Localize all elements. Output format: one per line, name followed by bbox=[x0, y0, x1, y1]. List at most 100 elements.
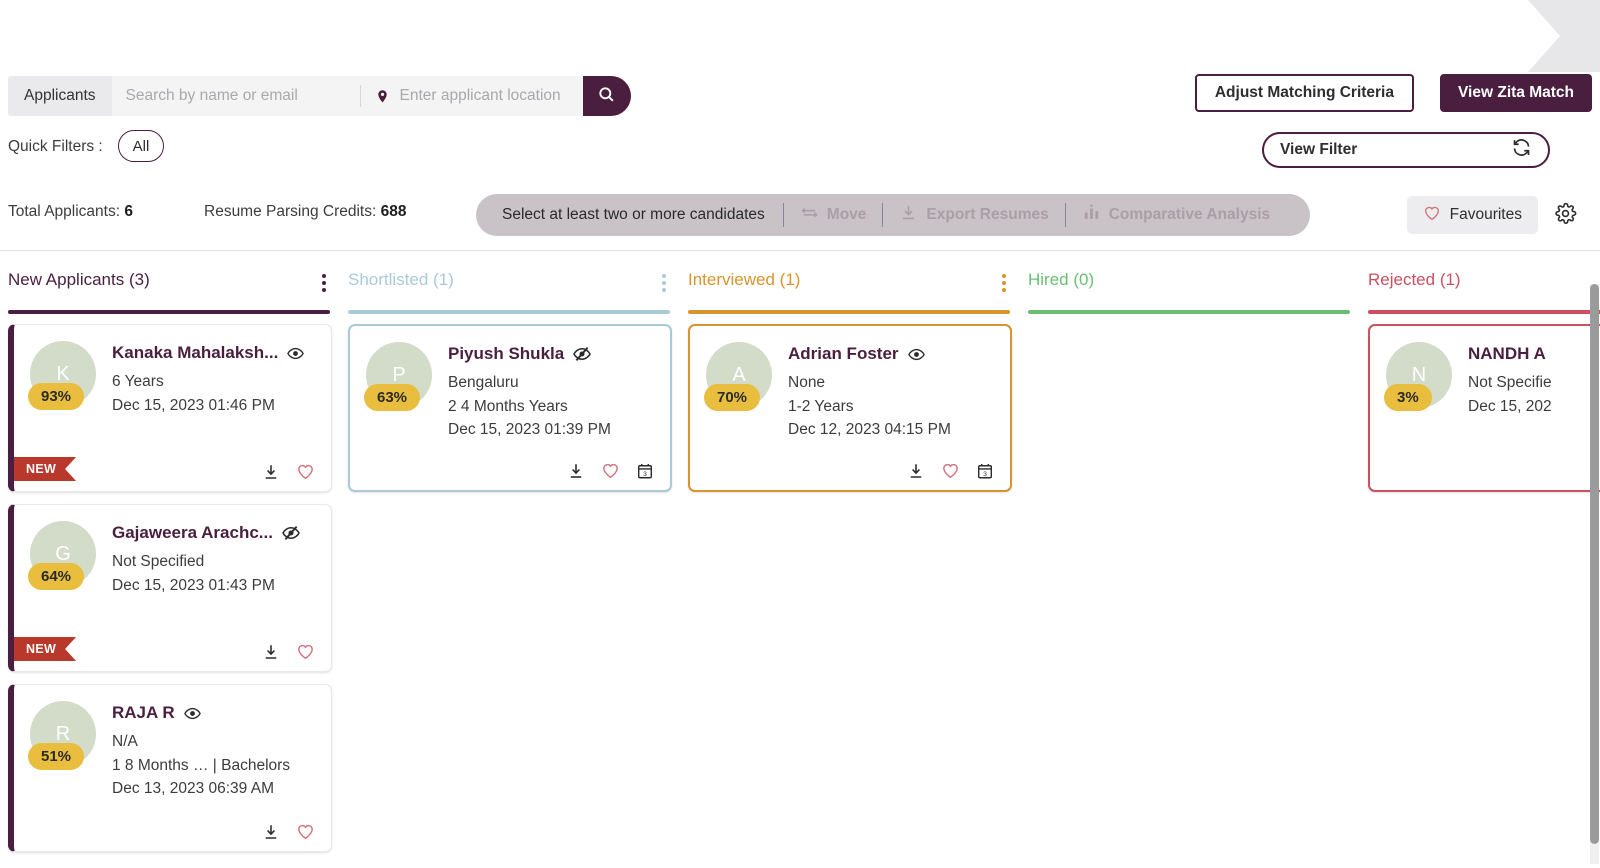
location-input[interactable]: Enter applicant location bbox=[360, 76, 583, 116]
download-icon[interactable] bbox=[907, 462, 925, 480]
applicant-card[interactable]: R 51% RAJA R N/A 1 8 Months … | Bachelors Dec… bbox=[8, 684, 332, 852]
column-card-list: N 3% NANDH A Not Specifie Dec 15, 202 bbox=[1360, 314, 1600, 492]
applicant-detail-line: Dec 15, 2023 01:46 PM bbox=[112, 396, 275, 414]
location-input-placeholder: Enter applicant location bbox=[399, 87, 561, 104]
quick-filter-all[interactable]: All bbox=[118, 130, 164, 162]
applicant-name: NANDH A bbox=[1468, 344, 1546, 363]
applicant-detail-line: Not Specified bbox=[112, 553, 205, 570]
heart-icon[interactable] bbox=[296, 822, 315, 841]
pipeline-column: Interviewed (1) A 70% Adrian Foster None 1-2 … bbox=[680, 262, 1020, 504]
eye-icon[interactable] bbox=[907, 346, 925, 363]
location-text: Chennai, Tamil Nadu, India bbox=[1298, 26, 1496, 45]
calendar-icon[interactable]: 3 bbox=[636, 462, 654, 480]
pipeline-column: Rejected (1) N 3% NANDH A Not Specifie Dec 15… bbox=[1360, 262, 1600, 504]
column-header: Shortlisted (1) bbox=[340, 262, 680, 310]
column-title: Interviewed (1) bbox=[688, 270, 801, 289]
search-scope-applicants[interactable]: Applicants bbox=[8, 76, 112, 116]
column-title: Hired (0) bbox=[1028, 270, 1095, 289]
column-menu-button[interactable] bbox=[662, 270, 666, 292]
eye-off-icon[interactable] bbox=[573, 345, 592, 363]
resume-parsing-credits-value: 688 bbox=[380, 203, 407, 220]
column-menu-button[interactable] bbox=[322, 270, 326, 292]
download-icon[interactable] bbox=[262, 463, 280, 481]
favourites-button[interactable]: Favourites bbox=[1406, 196, 1538, 234]
search-input[interactable]: Search by name or email bbox=[111, 76, 360, 116]
heart-icon[interactable] bbox=[941, 461, 960, 480]
total-applicants: Total Applicants: 6 bbox=[8, 203, 133, 221]
svg-text:3: 3 bbox=[643, 470, 647, 477]
settings-button[interactable] bbox=[1548, 198, 1582, 232]
heart-icon[interactable] bbox=[296, 642, 315, 661]
download-icon bbox=[899, 203, 918, 227]
eye-icon[interactable] bbox=[183, 705, 201, 722]
applicant-detail-line: Dec 15, 2023 01:43 PM bbox=[112, 576, 275, 594]
map-pin-icon bbox=[375, 88, 390, 105]
match-score-badge: 64% bbox=[28, 563, 85, 590]
quick-filters-label: Quick Filters : bbox=[8, 138, 103, 155]
board-vertical-scrollbar[interactable] bbox=[1590, 284, 1599, 864]
toolbar-divider bbox=[0, 250, 1600, 251]
card-action-icons bbox=[14, 642, 331, 661]
view-filter-button[interactable]: View Filter bbox=[1262, 132, 1550, 168]
eye-off-icon[interactable] bbox=[282, 524, 300, 542]
comparative-analysis-button: Comparative Analysis bbox=[1070, 203, 1282, 227]
search-toolbar: Applicants Search by name or email Enter… bbox=[0, 74, 1600, 118]
applicant-name-row: RAJA R bbox=[112, 703, 290, 723]
calendar-icon[interactable]: 3 bbox=[976, 462, 994, 480]
heart-icon[interactable] bbox=[601, 461, 620, 480]
download-icon[interactable] bbox=[262, 643, 280, 661]
search-icon bbox=[597, 85, 616, 107]
card-action-icons: 3 bbox=[690, 461, 1010, 480]
applicant-name: Adrian Foster bbox=[788, 344, 899, 363]
eye-icon[interactable] bbox=[287, 345, 305, 362]
bulk-action-hint: Select at least two or more candidates bbox=[502, 206, 765, 223]
match-score-badge: 63% bbox=[364, 384, 421, 411]
location-meta: Chennai, Tamil Nadu, India bbox=[1272, 27, 1496, 46]
download-icon[interactable] bbox=[262, 823, 280, 841]
view-filter-label: View Filter bbox=[1280, 141, 1358, 158]
applicant-card[interactable]: N 3% NANDH A Not Specifie Dec 15, 202 bbox=[1368, 324, 1600, 492]
action-separator bbox=[882, 203, 884, 227]
applicant-name-row: Gajaweera Arachc... bbox=[112, 523, 300, 543]
match-score-badge: 93% bbox=[28, 383, 85, 410]
applicant-detail-line: Dec 15, 202 bbox=[1468, 397, 1552, 415]
move-label: Move bbox=[826, 206, 867, 223]
view-zita-match-button[interactable]: View Zita Match bbox=[1440, 74, 1592, 112]
applicant-card[interactable]: G 64% Gajaweera Arachc... Not Specified Dec … bbox=[8, 504, 332, 672]
card-action-icons bbox=[14, 462, 331, 481]
applicant-card[interactable]: A 70% Adrian Foster None 1-2 Years Dec 12, 20… bbox=[688, 324, 1012, 492]
heart-icon[interactable] bbox=[296, 462, 315, 481]
column-card-list: P 63% Piyush Shukla Bengaluru 2 4 Months Yea… bbox=[340, 314, 680, 492]
action-separator bbox=[1064, 203, 1066, 227]
refresh-icon[interactable] bbox=[1511, 137, 1532, 163]
adjust-matching-criteria-button[interactable]: Adjust Matching Criteria bbox=[1194, 74, 1414, 112]
card-action-icons: 3 bbox=[350, 461, 670, 480]
applicant-name-row: NANDH A bbox=[1468, 344, 1552, 364]
match-score-badge: 51% bbox=[28, 743, 85, 770]
column-title: Shortlisted (1) bbox=[348, 270, 454, 289]
svg-text:3: 3 bbox=[983, 470, 987, 477]
comparative-analysis-label: Comparative Analysis bbox=[1108, 206, 1271, 223]
gear-icon bbox=[1554, 202, 1577, 228]
search-button[interactable] bbox=[582, 76, 631, 116]
move-arrows-icon bbox=[800, 203, 819, 227]
match-score-badge: 3% bbox=[1384, 384, 1432, 411]
quick-filters-row: Quick Filters : All View Filter bbox=[0, 130, 1600, 170]
column-menu-button[interactable] bbox=[1002, 270, 1006, 292]
job-title-text: Front End Developer - JDID05 bbox=[1016, 26, 1239, 45]
applicant-detail-line: 1-2 Years bbox=[788, 397, 854, 415]
applicant-card[interactable]: P 63% Piyush Shukla Bengaluru 2 4 Months Yea… bbox=[348, 324, 672, 492]
pipeline-column: New Applicants (3) K 93% Kanaka Mahalaksh..… bbox=[0, 262, 340, 864]
scrollbar-thumb[interactable] bbox=[1590, 284, 1599, 844]
column-header: Hired (0) bbox=[1020, 262, 1360, 310]
applicant-detail-line: Dec 13, 2023 06:39 AM bbox=[112, 780, 275, 798]
applicant-card[interactable]: K 93% Kanaka Mahalaksh... 6 Years Dec 15, 20… bbox=[8, 324, 332, 492]
action-separator bbox=[782, 203, 784, 227]
download-icon[interactable] bbox=[567, 462, 585, 480]
column-title: New Applicants (3) bbox=[8, 270, 150, 289]
app-header: Applicants Pipeline Front End Developer … bbox=[0, 0, 1600, 72]
column-card-list: K 93% Kanaka Mahalaksh... 6 Years Dec 15, 20… bbox=[0, 314, 340, 852]
export-resumes-button: Export Resumes bbox=[887, 203, 1060, 227]
people-icon bbox=[988, 27, 1007, 46]
avatar-group: A 70% bbox=[704, 342, 788, 442]
